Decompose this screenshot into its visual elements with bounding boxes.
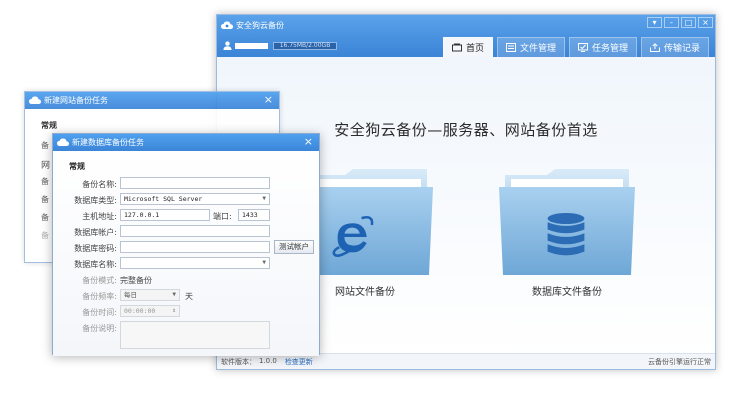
row-backup-name: 备份名称: [53, 177, 319, 191]
database-dialog-title: 新建数据库备份任务 [72, 138, 144, 147]
website-field-label: 备 [41, 141, 49, 150]
backup-time-label: 备份时间: [82, 308, 117, 317]
engine-status: 云备份引擎运行正常 [648, 357, 711, 366]
website-dialog-title: 新建网站备份任务 [44, 96, 108, 105]
spinner-icon: ⇕ [172, 307, 176, 314]
minimize-button[interactable]: - [664, 17, 679, 28]
version-label: 软件版本： [221, 357, 256, 366]
check-update-link[interactable]: 检查更新 [285, 357, 313, 367]
user-icon[interactable] [223, 41, 232, 50]
row-account: 数据库帐户: [53, 225, 319, 239]
user-area: 16.75MB/2.00GB [223, 41, 337, 50]
main-titlebar: 安全狗云备份 ▾ - □ × 16.75MB/2.00GB 首页 文件管理 任务… [217, 15, 715, 57]
tab-file-management-label: 文件管理 [519, 44, 556, 54]
tab-task-management[interactable]: 任务管理 [568, 37, 637, 57]
chevron-down-icon: ▼ [172, 291, 176, 298]
cloud-logo-icon [57, 138, 69, 146]
website-field-label: 备 [41, 195, 49, 204]
backup-frequency-value: 每日 [124, 291, 137, 299]
row-backup-mode: 备份模式: 完整备份 [53, 273, 319, 287]
row-host: 主机地址: 127.0.0.1 端口: 1433 [53, 209, 319, 223]
window-title: 安全狗云备份 [221, 18, 284, 32]
window-controls: ▾ - □ × [647, 17, 713, 28]
file-manage-icon [505, 43, 516, 52]
website-dialog-titlebar: 新建网站备份任务 × [25, 92, 279, 109]
db-name-label: 数据库名称: [74, 260, 117, 269]
close-button[interactable]: × [698, 17, 713, 28]
account-label: 数据库帐户: [74, 228, 117, 237]
row-backup-description: 备份说明: [53, 321, 319, 349]
test-account-button[interactable]: 测试帐户 [274, 240, 314, 254]
backup-time-value: 00:00:00 [124, 307, 156, 315]
host-input[interactable]: 127.0.0.1 [120, 209, 210, 221]
version-info: 软件版本： 1.0.0 [221, 357, 277, 367]
website-section-general: 常规 [41, 121, 57, 130]
db-type-label: 数据库类型: [74, 196, 117, 205]
maximize-button[interactable]: □ [681, 17, 696, 28]
port-input[interactable]: 1433 [238, 209, 270, 221]
database-dialog-body: 常规 备份名称: 数据库类型: Microsoft SQL Server ▼ 主… [53, 151, 319, 356]
database-section-general: 常规 [69, 162, 85, 171]
password-input[interactable] [120, 241, 270, 253]
main-tabs: 首页 文件管理 任务管理 传输记录 [442, 37, 709, 57]
port-label: 端口: [213, 212, 232, 221]
backup-frequency-label: 备份频率: [82, 292, 117, 301]
database-icon [547, 213, 585, 256]
tab-transfer-records[interactable]: 传输记录 [640, 37, 709, 57]
backup-description-textarea[interactable] [120, 321, 270, 349]
database-backup-dialog: 新建数据库备份任务 × 常规 备份名称: 数据库类型: Microsoft SQ… [52, 133, 320, 356]
website-field-label: 备 [41, 231, 49, 240]
database-dialog-titlebar: 新建数据库备份任务 × [53, 134, 319, 151]
backup-frequency-select[interactable]: 每日 ▼ [120, 289, 180, 301]
row-password: 数据库密码: 测试帐户 [53, 240, 319, 255]
backup-mode-value: 完整备份 [120, 276, 152, 285]
task-manage-icon [577, 43, 588, 52]
database-backup-label: 数据库文件备份 [532, 287, 602, 298]
cloud-logo-icon [29, 96, 41, 104]
row-db-type: 数据库类型: Microsoft SQL Server ▼ [53, 193, 319, 207]
chevron-down-icon: ▼ [262, 259, 266, 266]
window-title-text: 安全狗云备份 [236, 20, 284, 30]
host-label: 主机地址: [82, 212, 117, 221]
home-icon [451, 43, 462, 52]
backup-frequency-unit: 天 [185, 292, 193, 301]
backup-mode-label: 备份模式: [82, 276, 117, 285]
tab-task-management-label: 任务管理 [591, 44, 628, 54]
storage-quota-text: 16.75MB/2.00GB [279, 41, 331, 49]
row-backup-time: 备份时间: 00:00:00 ⇕ [53, 305, 319, 319]
db-type-select[interactable]: Microsoft SQL Server ▼ [120, 193, 270, 205]
account-input[interactable] [120, 225, 270, 237]
website-dialog-close-button[interactable]: × [264, 93, 273, 106]
db-name-select[interactable]: ▼ [120, 257, 270, 269]
database-dialog-close-button[interactable]: × [304, 135, 313, 148]
internet-explorer-icon [332, 216, 374, 257]
tab-home[interactable]: 首页 [442, 37, 493, 57]
website-field-label: 备 [41, 213, 49, 222]
backup-description-label: 备份说明: [82, 324, 117, 333]
username[interactable] [235, 42, 268, 49]
database-backup-card[interactable]: 数据库文件备份 [497, 169, 637, 298]
chevron-down-icon: ▼ [262, 195, 266, 202]
db-type-value: Microsoft SQL Server [124, 195, 203, 203]
storage-quota-bar: 16.75MB/2.00GB [273, 41, 337, 50]
backup-name-input[interactable] [120, 177, 270, 189]
password-label: 数据库密码: [74, 244, 117, 253]
row-db-name: 数据库名称: ▼ [53, 257, 319, 271]
website-field-label: 备 [41, 177, 49, 186]
backup-name-label: 备份名称: [82, 180, 117, 189]
tab-file-management[interactable]: 文件管理 [496, 37, 565, 57]
backup-time-input[interactable]: 00:00:00 ⇕ [120, 305, 180, 317]
transfer-log-icon [649, 43, 660, 52]
tab-home-label: 首页 [465, 44, 484, 54]
row-backup-frequency: 备份频率: 每日 ▼ 天 [53, 289, 319, 303]
version-number: 1.0.0 [259, 356, 277, 365]
menu-dropdown-button[interactable]: ▾ [647, 17, 662, 28]
tab-transfer-records-label: 传输记录 [663, 44, 700, 54]
website-field-label: 网 [41, 161, 51, 171]
cloud-logo-icon [221, 21, 233, 29]
